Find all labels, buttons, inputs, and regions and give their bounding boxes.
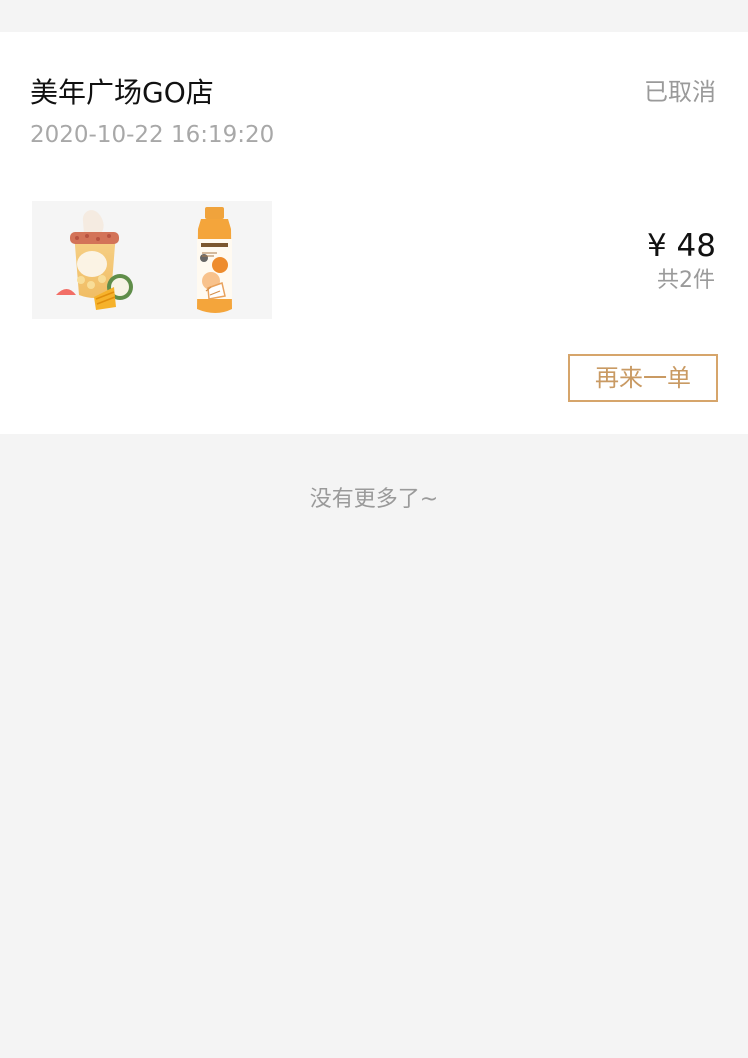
mango-coconut-drink-image <box>56 210 133 310</box>
order-status: 已取消 <box>644 78 716 106</box>
orange-juice-bottle-image <box>197 207 232 313</box>
order-time: 2020-10-22 16:19:20 <box>30 122 275 148</box>
item-count: 共2件 <box>657 268 715 293</box>
store-name: 美年广场GO店 <box>30 76 214 109</box>
product-image-drink <box>32 201 152 319</box>
order-price: ¥ 48 <box>646 228 716 264</box>
reorder-button[interactable]: 再来一单 <box>568 354 718 402</box>
no-more-message: 没有更多了~ <box>309 487 439 512</box>
product-image-juice <box>152 201 272 319</box>
